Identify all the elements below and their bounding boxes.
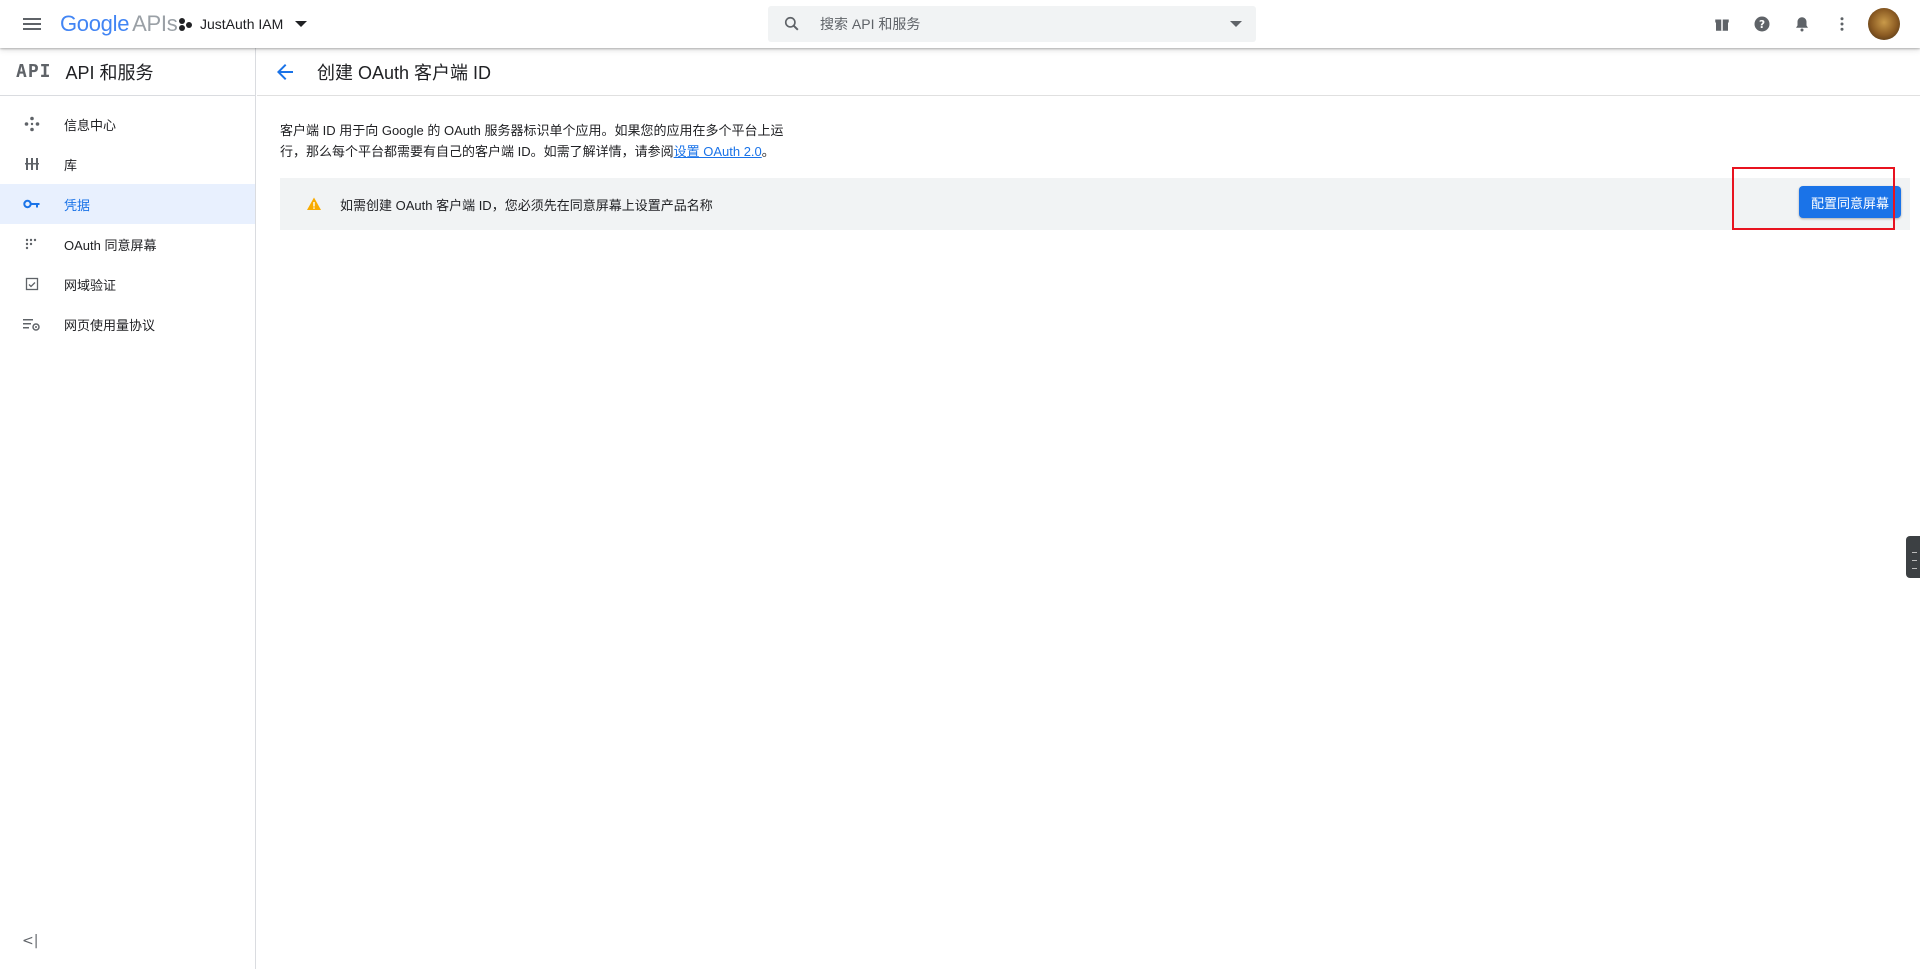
key-icon — [22, 194, 42, 214]
logo-apis: APIs — [132, 11, 178, 36]
description: 客户端 ID 用于向 Google 的 OAuth 服务器标识单个应用。如果您的… — [280, 120, 800, 162]
project-icon — [178, 16, 194, 32]
sidebar-title: API 和服务 — [65, 62, 154, 83]
top-actions: ? — [1702, 8, 1900, 40]
main-content: 创建 OAuth 客户端 ID 客户端 ID 用于向 Google 的 OAut… — [257, 48, 1920, 969]
search-dropdown-icon[interactable] — [1230, 21, 1242, 27]
page-title: 创建 OAuth 客户端 ID — [317, 62, 492, 83]
bell-icon[interactable] — [1782, 8, 1822, 40]
sidebar-item-library[interactable]: 库 — [0, 144, 255, 184]
domain-check-icon — [22, 274, 42, 294]
warning-icon — [307, 197, 321, 210]
search-input[interactable] — [820, 16, 1210, 32]
back-arrow-icon[interactable] — [273, 60, 297, 84]
api-logo: API — [16, 61, 52, 82]
project-name: JustAuth IAM — [200, 16, 284, 32]
dashboard-icon — [22, 114, 42, 134]
sidebar-item-label: 网页使用量协议 — [64, 317, 156, 333]
chevron-down-icon — [295, 21, 308, 27]
sidebar-item-domain-verification[interactable]: 网域验证 — [0, 264, 255, 304]
sidebar: API API 和服务 信息中心 库 凭据 OAuth 同意屏幕 网域验证 网页… — [0, 48, 256, 969]
avatar[interactable] — [1868, 8, 1900, 40]
logo-google: Google — [60, 11, 130, 36]
sidebar-item-oauth-consent[interactable]: OAuth 同意屏幕 — [0, 224, 255, 264]
sidebar-header: API API 和服务 — [0, 48, 255, 96]
library-icon — [22, 154, 42, 174]
warning-message: 如需创建 OAuth 客户端 ID，您必须先在同意屏幕上设置产品名称 — [340, 197, 713, 213]
sidebar-nav: 信息中心 库 凭据 OAuth 同意屏幕 网域验证 网页使用量协议 — [0, 96, 255, 344]
menu-icon[interactable] — [18, 10, 46, 38]
side-panel-handle[interactable] — [1906, 536, 1920, 578]
sidebar-item-label: 凭据 — [64, 197, 91, 213]
top-app-bar: GoogleAPIs JustAuth IAM ? — [0, 0, 1920, 48]
agreement-icon — [22, 314, 42, 334]
page-header: 创建 OAuth 客户端 ID — [257, 48, 1920, 96]
help-icon[interactable]: ? — [1742, 8, 1782, 40]
sidebar-item-page-usage-agreement[interactable]: 网页使用量协议 — [0, 304, 255, 344]
sidebar-item-dashboard[interactable]: 信息中心 — [0, 104, 255, 144]
collapse-sidebar-icon[interactable]: <| — [22, 933, 38, 949]
svg-text:?: ? — [1759, 19, 1765, 31]
sidebar-item-label: OAuth 同意屏幕 — [64, 237, 157, 253]
configure-consent-screen-button[interactable]: 配置同意屏幕 — [1799, 186, 1901, 218]
search-bar[interactable] — [768, 6, 1256, 42]
sidebar-item-credentials[interactable]: 凭据 — [0, 184, 255, 224]
consent-icon — [22, 234, 42, 254]
gift-icon[interactable] — [1702, 8, 1742, 40]
sidebar-item-label: 信息中心 — [64, 117, 117, 133]
search-icon — [784, 16, 799, 31]
sidebar-item-label: 库 — [64, 157, 78, 173]
sidebar-item-label: 网域验证 — [64, 277, 117, 293]
setup-oauth-link[interactable]: 设置 OAuth 2.0 — [674, 144, 762, 159]
description-end: 。 — [761, 144, 775, 159]
project-selector[interactable]: JustAuth IAM — [178, 12, 308, 36]
warning-banner: 如需创建 OAuth 客户端 ID，您必须先在同意屏幕上设置产品名称 配置同意屏… — [280, 178, 1910, 230]
more-vert-icon[interactable] — [1822, 8, 1862, 40]
google-apis-logo[interactable]: Google APIs — [60, 11, 178, 37]
